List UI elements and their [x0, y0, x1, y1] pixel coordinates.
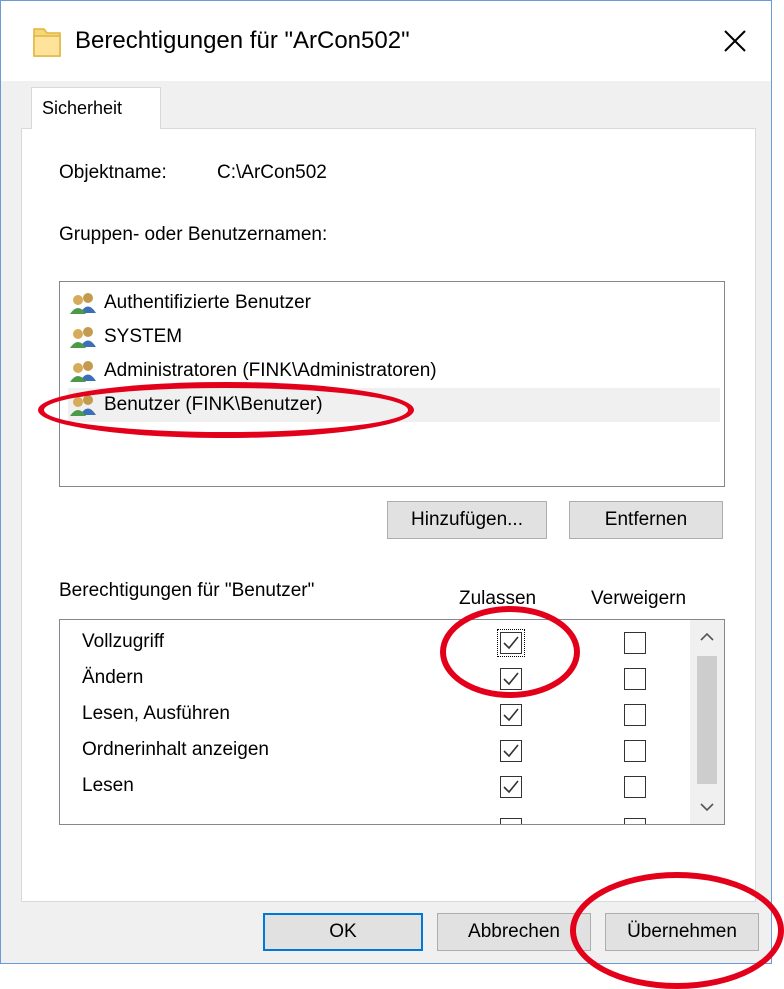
chevron-up-icon	[700, 632, 714, 641]
permission-row: Ordnerinhalt anzeigen	[60, 732, 688, 768]
permission-label: Vollzugriff	[82, 631, 165, 652]
allow-checkbox[interactable]	[500, 818, 522, 824]
allow-checkbox[interactable]	[500, 668, 522, 690]
permission-label: Lesen	[82, 775, 134, 796]
checkmark-icon	[503, 744, 519, 758]
users-icon	[70, 395, 96, 416]
list-item-system[interactable]: SYSTEM	[68, 320, 720, 354]
users-icon	[70, 361, 96, 382]
allow-checkbox[interactable]	[500, 704, 522, 726]
list-item-label: Authentifizierte Benutzer	[104, 292, 312, 313]
cancel-button[interactable]: Abbrechen	[437, 913, 591, 951]
permission-label: Ändern	[82, 667, 144, 688]
object-name-value: C:\ArCon502	[217, 162, 327, 183]
window-title: Berechtigungen für "ArCon502"	[75, 27, 410, 54]
list-item-authenticated-users[interactable]: Authentifizierte Benutzer	[68, 286, 720, 320]
groups-listbox[interactable]: Authentifizierte Benutzer SYSTEM Adminis…	[59, 281, 725, 487]
chevron-down-icon	[700, 803, 714, 812]
permissions-title: Berechtigungen für "Benutzer"	[59, 580, 315, 601]
allow-checkbox[interactable]	[497, 629, 525, 657]
users-icon	[70, 327, 96, 348]
remove-button[interactable]: Entfernen	[569, 501, 723, 539]
add-button[interactable]: Hinzufügen...	[387, 501, 547, 539]
ok-button[interactable]: OK	[263, 913, 423, 951]
checkmark-icon	[503, 780, 519, 794]
deny-checkbox[interactable]	[624, 632, 646, 654]
deny-checkbox[interactable]	[624, 668, 646, 690]
checkmark-icon	[503, 636, 519, 650]
deny-checkbox[interactable]	[624, 704, 646, 726]
permissions-scrollbar[interactable]	[690, 620, 724, 824]
allow-checkbox[interactable]	[500, 776, 522, 798]
permission-row: Lesen, Ausführen	[60, 696, 688, 732]
deny-checkbox[interactable]	[624, 776, 646, 798]
permissions-dialog: Berechtigungen für "ArCon502" Sicherheit…	[0, 0, 772, 964]
list-item-label: SYSTEM	[104, 326, 183, 347]
permission-row: Ändern	[60, 660, 688, 696]
permission-row: Vollzugriff	[60, 624, 688, 660]
list-item-label: Benutzer (FINK\Benutzer)	[104, 394, 323, 415]
permission-label: Lesen, Ausführen	[82, 703, 230, 724]
close-button[interactable]	[713, 19, 757, 63]
users-icon	[70, 293, 96, 314]
list-item-administrators[interactable]: Administratoren (FINK\Administratoren)	[68, 354, 720, 388]
close-icon	[724, 30, 746, 52]
folder-icon	[33, 28, 61, 57]
deny-checkbox[interactable]	[624, 818, 646, 824]
deny-column-header: Verweigern	[591, 588, 687, 609]
allow-checkbox[interactable]	[500, 740, 522, 762]
groups-label: Gruppen- oder Benutzernamen:	[59, 224, 328, 245]
permission-row-partial	[60, 804, 688, 824]
scroll-up-button[interactable]	[690, 622, 724, 652]
scroll-thumb[interactable]	[697, 656, 717, 784]
checkmark-icon	[503, 708, 519, 722]
deny-checkbox[interactable]	[624, 740, 646, 762]
permissions-list: Vollzugriff Ändern Lesen, Ausführen Ordn…	[59, 619, 725, 825]
scroll-down-button[interactable]	[690, 792, 724, 822]
permission-row: Lesen	[60, 768, 688, 804]
checkmark-icon	[503, 672, 519, 686]
list-item-benutzer[interactable]: Benutzer (FINK\Benutzer)	[68, 388, 720, 422]
object-name-label: Objektname:	[59, 162, 167, 183]
tab-sicherheit[interactable]: Sicherheit	[31, 87, 161, 129]
list-item-label: Administratoren (FINK\Administratoren)	[104, 360, 437, 381]
allow-column-header: Zulassen	[459, 588, 537, 609]
permission-label: Ordnerinhalt anzeigen	[82, 739, 269, 760]
apply-button[interactable]: Übernehmen	[605, 913, 759, 951]
title-bar: Berechtigungen für "ArCon502"	[1, 1, 771, 81]
